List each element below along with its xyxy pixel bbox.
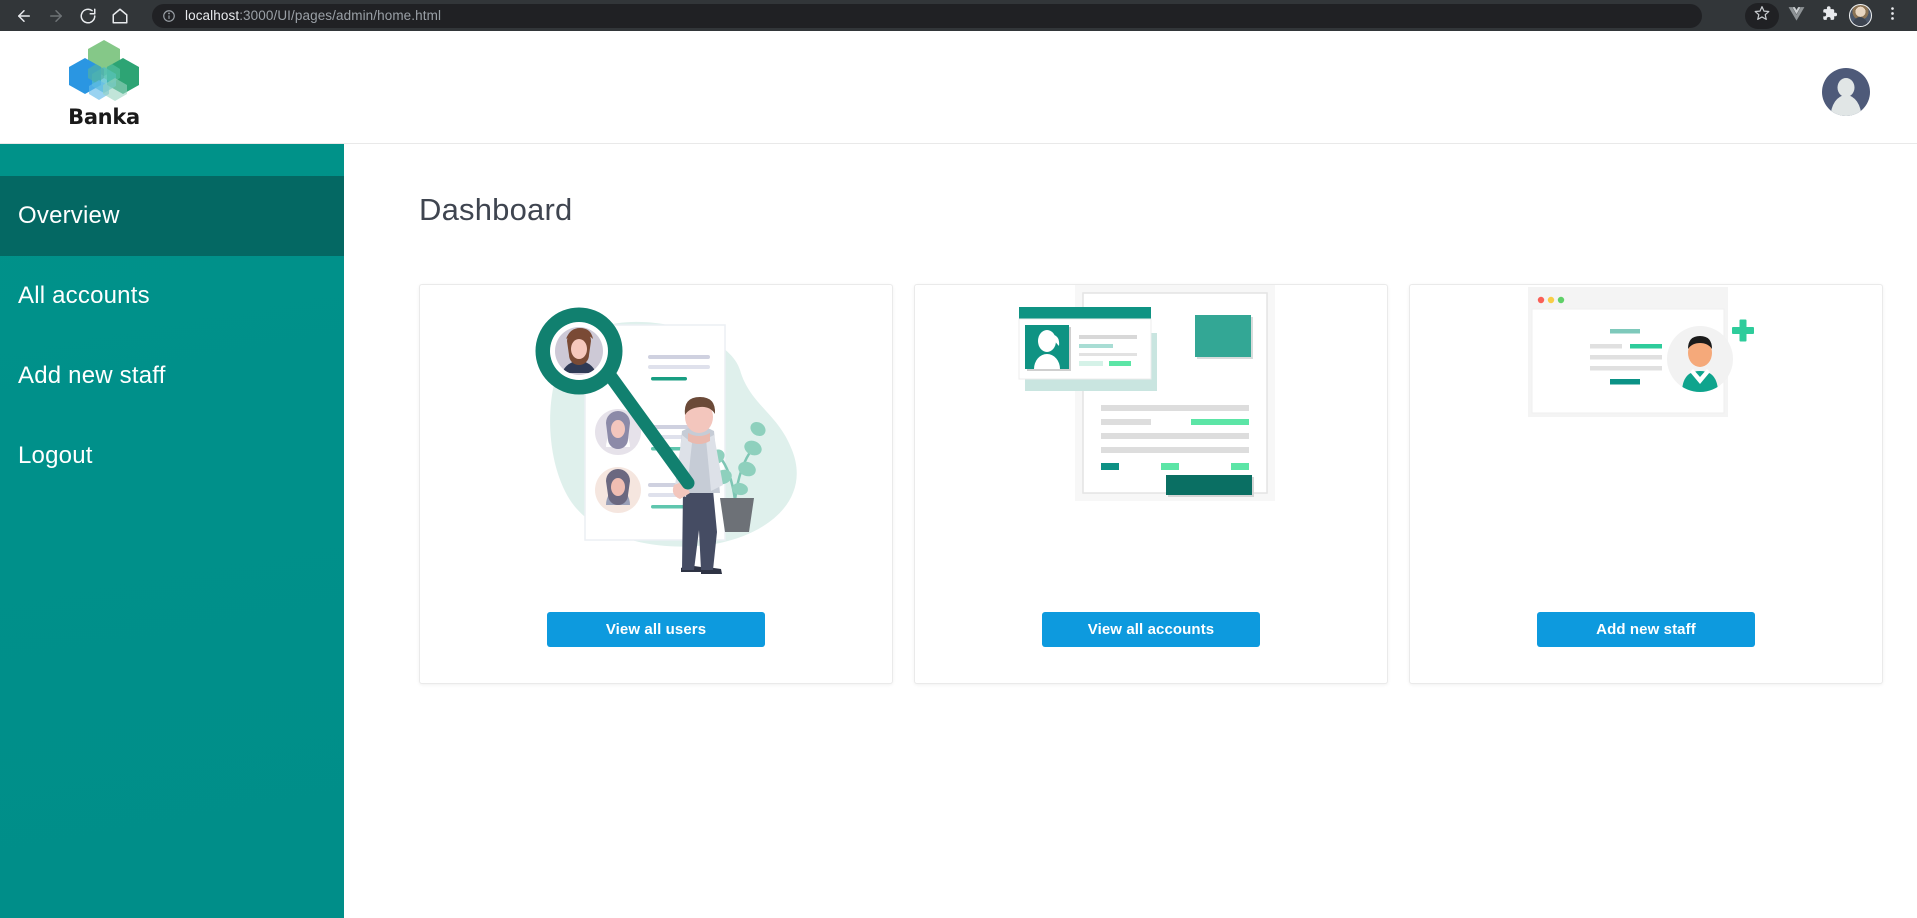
brand-name: Banka [68,105,140,129]
sidebar-nav: Overview All accounts Add new staff Logo… [0,144,344,918]
forward-arrow-icon [47,7,65,25]
sidebar-item-label: Logout [18,442,93,469]
brand-logo[interactable]: Banka [48,38,160,129]
view-all-users-button[interactable]: View all users [547,612,765,647]
vue-devtools-icon [1787,4,1806,28]
browser-actions [1745,1,1907,31]
card-view-all-accounts: View all accounts [914,284,1388,684]
browser-profile-avatar [1848,4,1872,27]
avatar-body [1830,94,1862,116]
browser-profile-button[interactable] [1845,1,1875,31]
reload-button[interactable] [74,2,102,30]
home-icon [111,7,129,25]
sidebar-top-spacer [0,144,344,176]
sidebar-item-label: Add new staff [18,362,166,389]
add-staff-window-illustration [1410,285,1884,585]
browser-menu-button[interactable] [1877,1,1907,31]
banka-logo-icon [63,38,145,104]
dashboard-cards: View all users View all accounts Add new… [419,284,1883,684]
extensions-button[interactable] [1813,1,1843,31]
accounts-document-illustration [915,285,1389,585]
url-path: :3000/UI/pages/admin/home.html [239,8,442,23]
vue-devtools-button[interactable] [1781,1,1811,31]
card-add-new-staff: Add new staff [1409,284,1883,684]
sidebar-item-label: All accounts [18,282,150,309]
puzzle-piece-icon [1819,4,1838,28]
sidebar-item-add-new-staff[interactable]: Add new staff [0,336,344,416]
reload-icon [79,7,97,25]
user-avatar-icon[interactable] [1822,68,1870,116]
main-content: Dashboard View all users View all accoun… [344,144,1917,918]
url-host: localhost [185,8,240,23]
back-button[interactable] [10,2,38,30]
app-header: Banka [0,31,1917,144]
home-button[interactable] [106,2,134,30]
sidebar-item-logout[interactable]: Logout [0,416,344,496]
url-text: localhost:3000/UI/pages/admin/home.html [185,8,441,23]
add-new-staff-button[interactable]: Add new staff [1537,612,1755,647]
browser-toolbar: localhost:3000/UI/pages/admin/home.html [0,0,1917,31]
site-info-icon[interactable] [162,9,176,23]
user-search-illustration [420,285,894,585]
view-all-accounts-button[interactable]: View all accounts [1042,612,1260,647]
sidebar-item-overview[interactable]: Overview [0,176,344,256]
back-arrow-icon [15,7,33,25]
forward-button[interactable] [42,2,70,30]
sidebar-item-label: Overview [18,202,120,229]
sidebar-item-all-accounts[interactable]: All accounts [0,256,344,336]
avatar-head [1837,77,1855,97]
star-icon [1754,5,1770,26]
address-bar[interactable]: localhost:3000/UI/pages/admin/home.html [152,3,1702,28]
bookmark-button[interactable] [1745,2,1779,29]
three-dot-menu-icon [1884,5,1901,27]
card-view-all-users: View all users [419,284,893,684]
page-title: Dashboard [419,192,573,227]
